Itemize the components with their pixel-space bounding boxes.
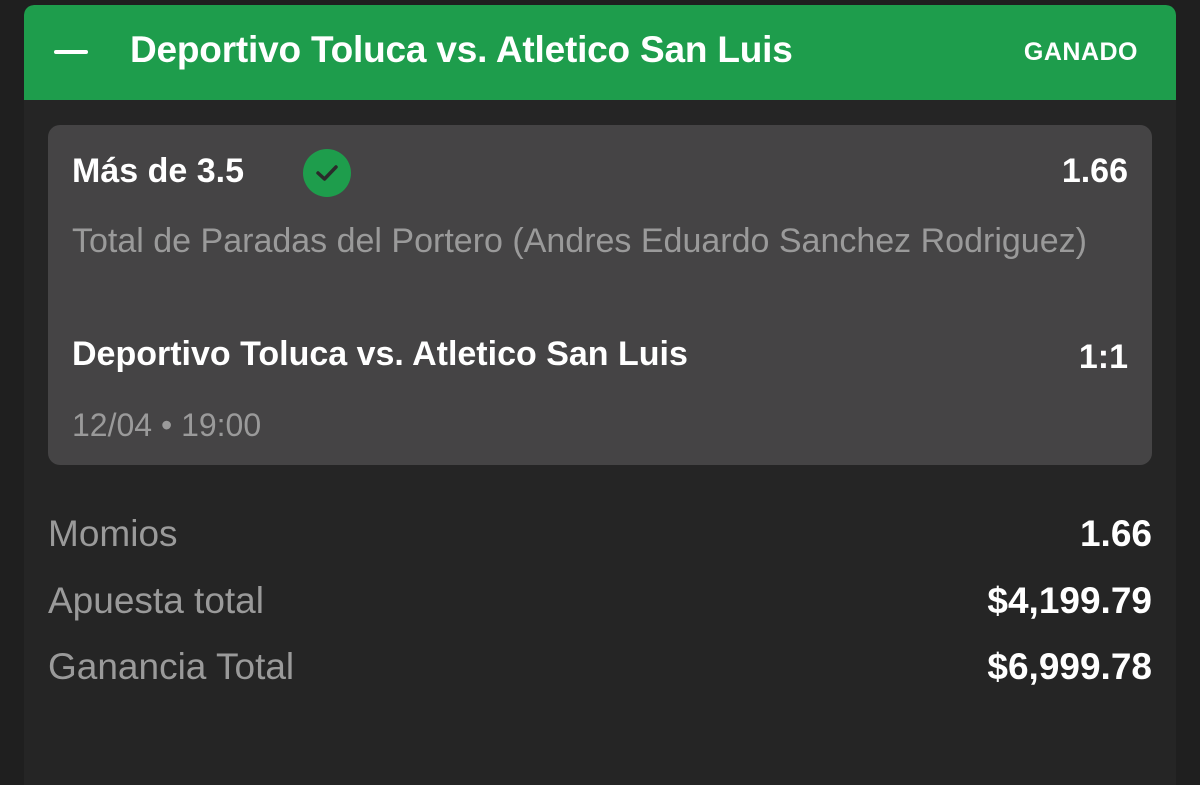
- payout-value: $6,999.78: [987, 646, 1152, 687]
- bet-header[interactable]: Deportivo Toluca vs. Atletico San Luis G…: [24, 5, 1176, 100]
- summary-payout-row: Ganancia Total $6,999.78: [48, 646, 1152, 696]
- status-badge: GANADO: [1023, 38, 1138, 66]
- market-description: Total de Paradas del Portero (Andres Edu…: [72, 222, 1087, 260]
- match-name: Deportivo Toluca vs. Atletico San Luis: [72, 335, 688, 373]
- minus-icon[interactable]: [54, 35, 88, 69]
- odds-label: Momios: [48, 513, 178, 554]
- match-date: 12/04: [72, 407, 153, 443]
- payout-label: Ganancia Total: [48, 646, 295, 687]
- pick-label: Más de 3.5: [72, 152, 244, 190]
- pick-odds: 1.66: [1061, 152, 1128, 190]
- stake-value: $4,199.79: [987, 580, 1152, 621]
- selection-card: Más de 3.5 1.66 Total de Paradas del Por…: [48, 125, 1152, 465]
- match-datetime: 12/04 • 19:00: [72, 407, 261, 444]
- odds-value: 1.66: [1079, 513, 1152, 554]
- match-score: 1:1: [1078, 338, 1128, 376]
- datetime-separator: •: [160, 407, 173, 443]
- match-time: 19:00: [181, 407, 262, 443]
- stake-label: Apuesta total: [48, 580, 264, 621]
- summary-odds-row: Momios 1.66: [48, 513, 1152, 563]
- summary-stake-row: Apuesta total $4,199.79: [48, 580, 1152, 630]
- bet-card: Deportivo Toluca vs. Atletico San Luis G…: [24, 5, 1176, 785]
- header-title: Deportivo Toluca vs. Atletico San Luis: [130, 29, 793, 70]
- check-circle-icon: [303, 149, 351, 197]
